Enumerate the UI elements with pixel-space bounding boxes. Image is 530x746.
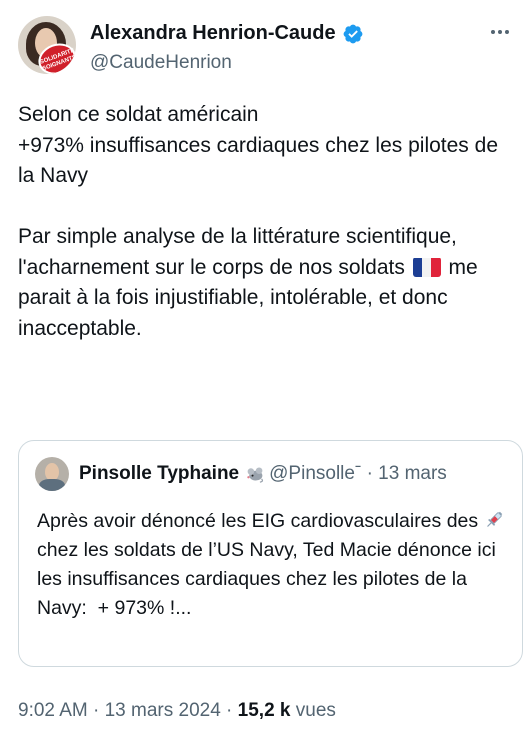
quoted-tweet[interactable]: Pinsolle Typhaine @Pinsolleˉ · 13 mars A… (18, 440, 523, 667)
tweet-meta: 9:02 AM · 13 mars 2024 · 15,2 k vues (18, 700, 336, 722)
rat-emoji-icon (247, 467, 264, 483)
views-label: vues (290, 700, 336, 721)
flag-france-icon (412, 257, 441, 277)
views-count: 15,2 k (237, 700, 291, 721)
verified-badge-icon (343, 24, 363, 43)
tweet-text: Selon ce soldat américain +973% insuffis… (18, 100, 518, 344)
tweet-header: SOLIDARITE SOIGNANTS Alexandra Henrion-C… (18, 16, 518, 80)
timestamp[interactable]: 9:02 AM · 13 mars 2024 · (18, 700, 238, 721)
quoted-tweet-header: Pinsolle Typhaine @Pinsolleˉ · 13 mars (35, 457, 447, 491)
syringe-icon (486, 511, 502, 527)
quoted-tweet-text: Après avoir dénoncé les EIG cardiovascul… (37, 507, 513, 623)
author-avatar[interactable]: SOLIDARITE SOIGNANTS (18, 16, 76, 74)
more-options-icon[interactable] (486, 22, 514, 42)
author-display-name[interactable]: Alexandra Henrion-Caude (90, 22, 336, 45)
quoted-author-handle-date: @Pinsolleˉ · 13 mars (269, 463, 447, 484)
tweet-text-part1: Selon ce soldat américain +973% insuffis… (18, 103, 498, 279)
author-name-row: Alexandra Henrion-Caude (90, 22, 364, 45)
quoted-text-part1: Après avoir dénoncé les EIG cardiovascul… (37, 510, 484, 532)
quoted-author-name: Pinsolle Typhaine (79, 463, 240, 484)
author-handle[interactable]: @CaudeHenrion (90, 52, 232, 74)
quoted-author-avatar (35, 457, 69, 491)
